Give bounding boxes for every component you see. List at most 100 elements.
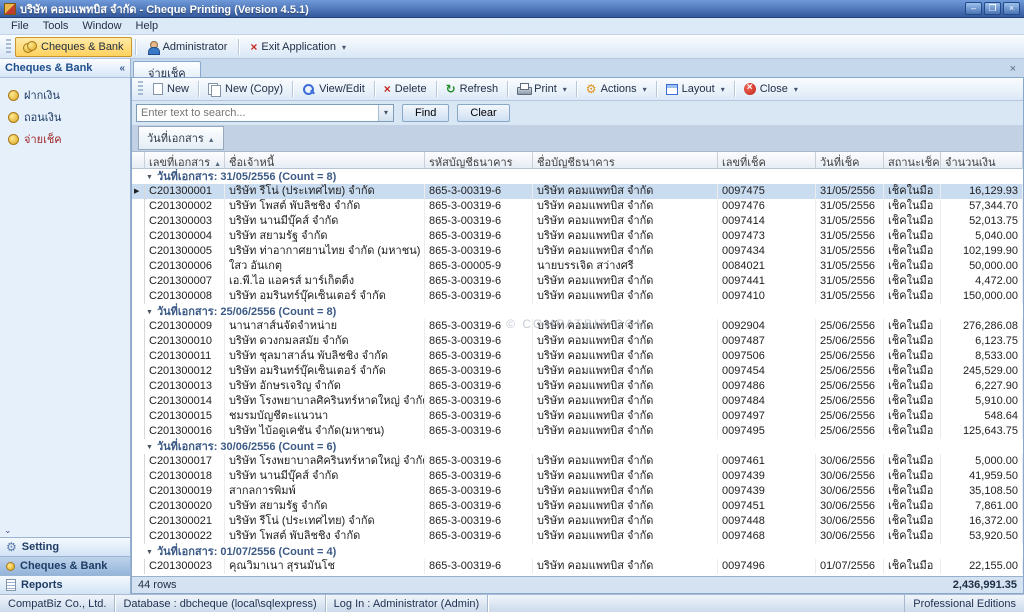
menu-window[interactable]: Window	[75, 19, 128, 33]
column-header[interactable]: เลขที่เช็ค	[718, 152, 816, 169]
sidebar-item-pay-cheque[interactable]: จ่ายเช็ค	[0, 128, 130, 150]
table-row[interactable]: C201300004บริษัท สยามรัฐ จำกัด865-3-0031…	[132, 229, 1023, 244]
collapse-group-icon[interactable]	[146, 439, 157, 455]
table-row[interactable]: C201300007เอ.พี.ไอ แอครส์ มาร์เก็ตติ้ง86…	[132, 274, 1023, 289]
table-cell: 22,155.00	[941, 559, 1023, 574]
column-header[interactable]: เลขที่เอกสาร	[145, 152, 225, 169]
table-row[interactable]: C201300008บริษัท อมรินทร์บุ๊คเซ็นเตอร์ จ…	[132, 289, 1023, 304]
view-edit-button[interactable]: View/Edit	[296, 80, 371, 99]
find-button[interactable]: Find	[402, 104, 449, 122]
table-row[interactable]: C201300017บริษัท โรงพยาบาลศิครินทร์หาดให…	[132, 454, 1023, 469]
table-row[interactable]: C201300016บริษัท ไบ้อดูเคชั่น จำกัด(มหาช…	[132, 424, 1023, 439]
table-row[interactable]: C201300018บริษัท นานมีบุ๊คส์ จำกัด865-3-…	[132, 469, 1023, 484]
exit-application-button[interactable]: × Exit Application	[242, 37, 354, 57]
collapse-group-icon[interactable]	[146, 169, 157, 185]
search-dropdown-icon[interactable]: ▾	[378, 105, 393, 121]
column-header[interactable]: วันที่เช็ค	[816, 152, 884, 169]
group-row[interactable]: วันที่เอกสาร: 31/05/2556 (Count = 8)	[132, 169, 1023, 184]
dropdown-arrow-icon[interactable]	[340, 41, 346, 53]
table-cell: 31/05/2556	[816, 274, 884, 289]
delete-button[interactable]: × Delete	[378, 80, 433, 99]
table-cell: เช็คในมือ	[884, 289, 941, 304]
table-row[interactable]: C201300003บริษัท นานมีบุ๊คส์ จำกัด865-3-…	[132, 214, 1023, 229]
table-cell: ใสว อันเกตุ	[225, 259, 425, 274]
magnifier-icon	[302, 83, 315, 96]
maximize-button[interactable]: ❐	[984, 2, 1001, 15]
table-cell: 31/05/2556	[816, 214, 884, 229]
row-indicator	[132, 229, 145, 244]
sidebar-item-deposit[interactable]: ฝากเงิน	[0, 84, 130, 106]
sidebar-panel-reports[interactable]: Reports	[0, 575, 130, 594]
table-cell: 30/06/2556	[816, 529, 884, 544]
copy-icon	[208, 83, 221, 96]
menu-tools[interactable]: Tools	[36, 19, 76, 33]
table-cell: 6,123.75	[941, 334, 1023, 349]
column-header[interactable]: ชื่อบัญชีธนาคาร	[533, 152, 718, 169]
group-row[interactable]: วันที่เอกสาร: 30/06/2556 (Count = 6)	[132, 439, 1023, 454]
row-indicator	[132, 214, 145, 229]
table-row[interactable]: C201300002บริษัท โพสต์ พับลิชชิ่ง จำกัด8…	[132, 199, 1023, 214]
table-row[interactable]: C201300023คุณวิมาเนา สุรนมันโช865-3-0031…	[132, 559, 1023, 574]
column-header[interactable]: จำนวนเงิน	[941, 152, 1023, 169]
sidebar-panel-cheques-bank[interactable]: Cheques & Bank	[0, 556, 130, 575]
column-header[interactable]: รหัสบัญชีธนาคาร	[425, 152, 533, 169]
tab-close-icon[interactable]: ×	[1004, 63, 1022, 77]
table-row[interactable]: C201300005บริษัท ท่าอากาศยานไทย จำกัด (ม…	[132, 244, 1023, 259]
menu-file[interactable]: File	[4, 19, 36, 33]
table-row[interactable]: C201300020บริษัท สยามรัฐ จำกัด865-3-0031…	[132, 499, 1023, 514]
column-header[interactable]: ชื่อเจ้าหนี้	[225, 152, 425, 169]
administrator-toolbar-button[interactable]: Administrator	[139, 37, 236, 57]
new-button[interactable]: New	[147, 80, 195, 99]
group-row[interactable]: วันที่เอกสาร: 01/07/2556 (Count = 4)	[132, 544, 1023, 559]
table-row[interactable]: C201300012บริษัท อมรินทร์บุ๊คเซ็นเตอร์ จ…	[132, 364, 1023, 379]
close-panel-button[interactable]: Close	[738, 80, 804, 99]
table-cell: 245,529.00	[941, 364, 1023, 379]
collapse-group-icon[interactable]	[146, 544, 157, 560]
new-copy-button[interactable]: New (Copy)	[202, 80, 289, 99]
menu-help[interactable]: Help	[129, 19, 166, 33]
table-cell: บริษัท คอมแพทบิส จำกัด	[533, 484, 718, 499]
table-row[interactable]: C201300010บริษัท ดวงกมลสมัย จำกัด865-3-0…	[132, 334, 1023, 349]
cheques-bank-toolbar-button[interactable]: Cheques & Bank	[15, 37, 132, 57]
table-cell: 865-3-00319-6	[425, 364, 533, 379]
clear-button[interactable]: Clear	[457, 104, 509, 122]
table-row[interactable]: C201300015ชมรมบัญชีตะแนวนา865-3-00319-6บ…	[132, 409, 1023, 424]
table-row[interactable]: C201300022บริษัท โพสต์ พับลิชชิ่ง จำกัด8…	[132, 529, 1023, 544]
gear-icon: ⚙	[6, 541, 17, 553]
minimize-button[interactable]: –	[965, 2, 982, 15]
table-row[interactable]: C201300001บริษัท รีโน่ (ประเทศไทย) จำกัด…	[132, 184, 1023, 199]
table-row[interactable]: C201300014บริษัท โรงพยาบาลศิครินทร์หาดให…	[132, 394, 1023, 409]
tab-pay-cheque[interactable]: จ่ายเช็ค	[133, 61, 201, 77]
table-row[interactable]: C201300011บริษัท ชุลมาสาล์น พับลิชชิ่ง จ…	[132, 349, 1023, 364]
table-cell: บริษัท โรงพยาบาลศิครินทร์หาดใหญ่ จำกัด	[225, 394, 425, 409]
column-header[interactable]: สถานะเช็ค	[884, 152, 941, 169]
table-row[interactable]: C201300021บริษัท รีโน่ (ประเทศไทย) จำกัด…	[132, 514, 1023, 529]
table-cell: 865-3-00319-6	[425, 424, 533, 439]
collapse-group-icon[interactable]	[146, 304, 157, 320]
grid-body: วันที่เอกสาร: 31/05/2556 (Count = 8)C201…	[132, 169, 1023, 576]
print-button[interactable]: Print	[511, 80, 573, 99]
table-cell: บริษัท นานมีบุ๊คส์ จำกัด	[225, 469, 425, 484]
table-cell: 30/06/2556	[816, 514, 884, 529]
search-input[interactable]	[137, 105, 378, 121]
table-row[interactable]: C201300013บริษัท อักษรเจริญ จำกัด865-3-0…	[132, 379, 1023, 394]
collapse-sidebar-icon[interactable]: «	[119, 63, 125, 74]
layout-button[interactable]: Layout	[660, 80, 731, 99]
refresh-button[interactable]: ↻ Refresh	[440, 80, 505, 99]
chevron-down-icon[interactable]: ⌄	[4, 525, 12, 536]
header-indicator-cell	[132, 152, 145, 169]
table-cell: C201300021	[145, 514, 225, 529]
table-cell: บริษัท ดวงกมลสมัย จำกัด	[225, 334, 425, 349]
table-cell: 16,372.00	[941, 514, 1023, 529]
table-cell: 0097497	[718, 409, 816, 424]
table-cell: 865-3-00319-6	[425, 454, 533, 469]
table-row[interactable]: C201300006ใสว อันเกตุ865-3-00005-9นายบรร…	[132, 259, 1023, 274]
actions-button[interactable]: ⚙ Actions	[580, 80, 653, 99]
group-field-chip[interactable]: วันที่เอกสาร	[138, 126, 224, 150]
close-button[interactable]: ×	[1003, 2, 1020, 15]
table-cell: เช็คในมือ	[884, 259, 941, 274]
sidebar-item-withdraw[interactable]: ถอนเงิน	[0, 106, 130, 128]
table-cell: 865-3-00319-6	[425, 244, 533, 259]
table-row[interactable]: C201300019สากลการพิมพ์865-3-00319-6บริษั…	[132, 484, 1023, 499]
sidebar-panel-setting[interactable]: ⚙ Setting	[0, 537, 130, 556]
